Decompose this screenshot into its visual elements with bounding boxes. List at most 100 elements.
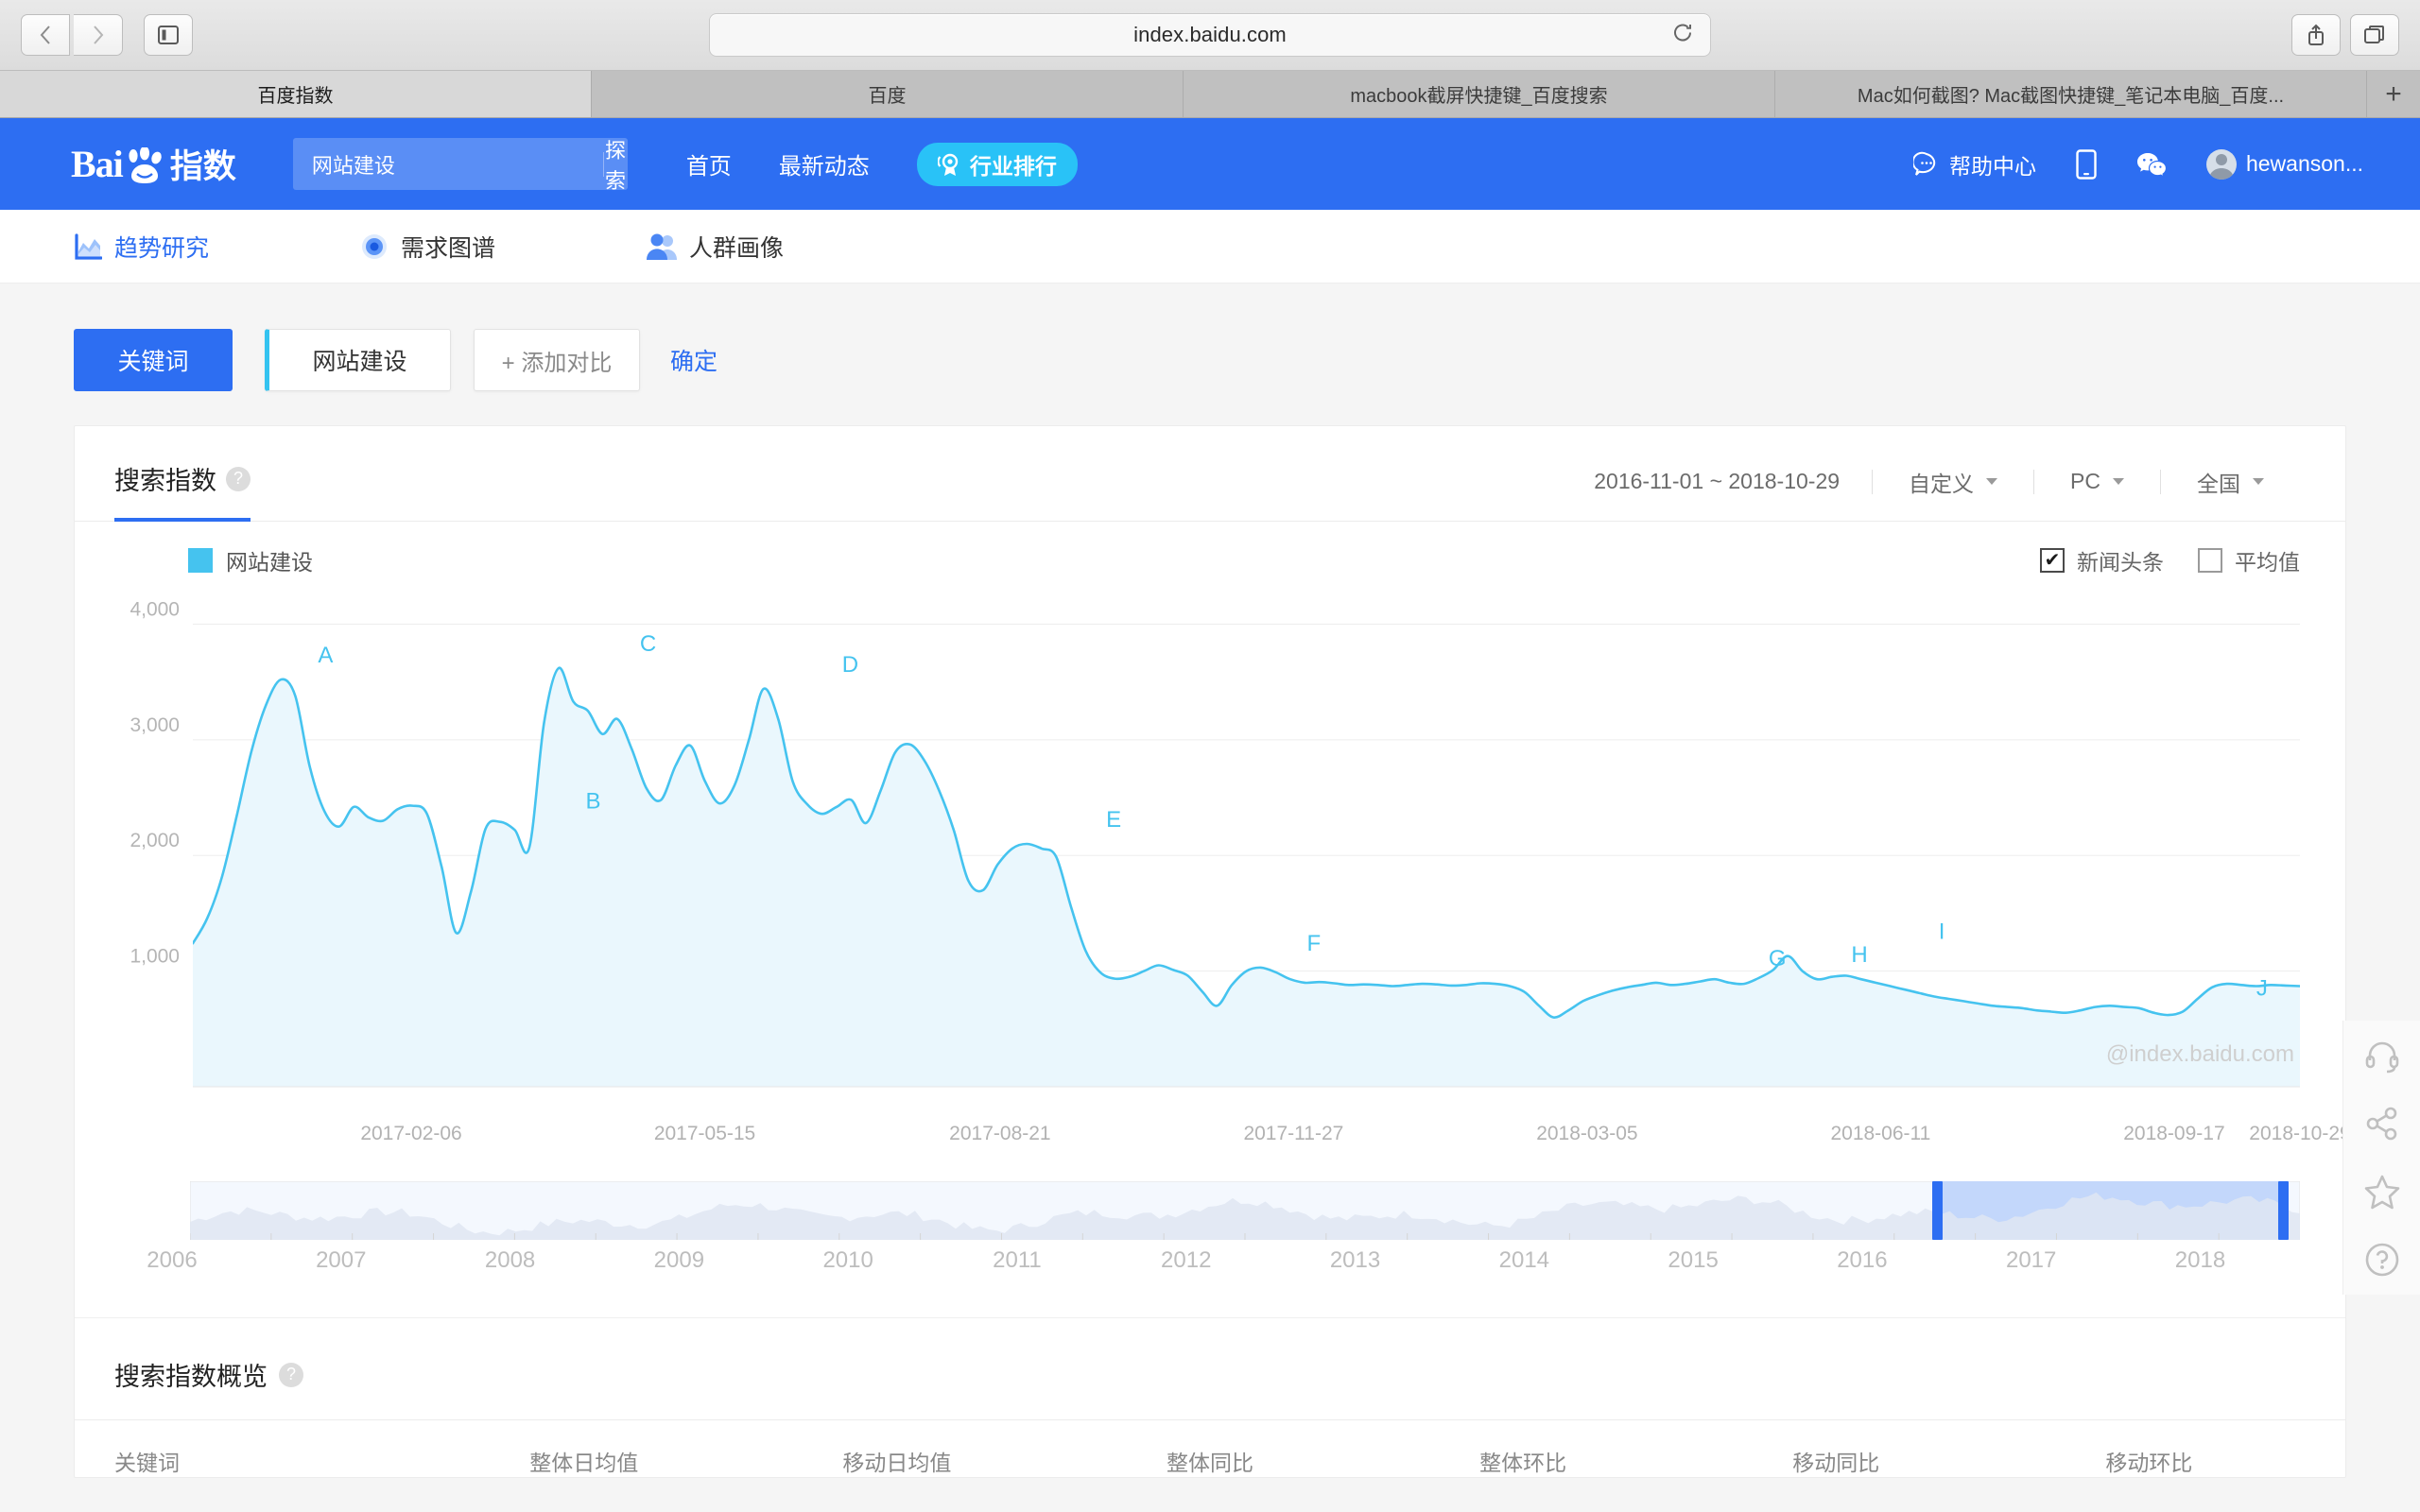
logo-text: Bai	[71, 142, 124, 185]
x-axis-tick-label: 2018-09-17	[2123, 1123, 2225, 1144]
floating-action-sidebar	[2342, 1021, 2420, 1295]
chart-x-axis: 2017-02-06 2017-05-15 2017-08-21 2017-11-27…	[193, 1123, 2350, 1160]
brush-year-label: 2017	[2005, 1247, 2057, 1273]
brush-handle-left[interactable]	[1932, 1181, 1944, 1240]
overview-header: 搜索指数概览 ?	[75, 1317, 2345, 1419]
dropdown-region-label: 全国	[2197, 471, 2240, 496]
svg-text:H: H	[1851, 942, 1867, 968]
mobile-phone-icon	[2076, 148, 2097, 180]
mobile-app-button[interactable]	[2076, 148, 2097, 180]
brush-year-label: 2014	[1498, 1247, 1550, 1273]
brush-year-label: 2007	[316, 1247, 367, 1273]
new-tab-button[interactable]: +	[2367, 71, 2420, 117]
nav-item-latest[interactable]: 最新动态	[779, 147, 870, 180]
question-mark-icon[interactable]: ?	[279, 1362, 303, 1387]
brush-mini-chart	[190, 1181, 2300, 1240]
share-button[interactable]	[2291, 14, 2341, 56]
chat-help-icon	[1912, 151, 1936, 176]
browser-tab[interactable]: Mac如何截图? Mac截图快捷键_笔记本电脑_百度...	[1775, 71, 2367, 117]
overview-column-header: 移动环比	[2105, 1451, 2193, 1475]
header-right-actions: 帮助中心 hewanson...	[1912, 148, 2363, 180]
nav-item-home[interactable]: 首页	[686, 147, 732, 180]
toolbar-right-buttons	[2291, 14, 2399, 56]
headset-icon[interactable]	[2364, 1038, 2400, 1074]
svg-text:2,000: 2,000	[130, 830, 180, 851]
search-input[interactable]	[292, 151, 603, 177]
dropdown-date-preset[interactable]: 自定义	[1873, 466, 2033, 498]
sidebar-toggle-button[interactable]	[144, 14, 193, 56]
url-text: index.baidu.com	[1133, 23, 1287, 46]
add-comparison-button[interactable]: + 添加对比	[474, 329, 640, 391]
card-header: 搜索指数 ? 2016-11-01 ~ 2018-10-29 自定义 PC 全国	[75, 426, 2345, 522]
browser-tab[interactable]: 百度指数	[0, 71, 592, 117]
chart-watermark: @index.baidu.com	[2105, 1041, 2294, 1067]
x-axis-tick-label: 2018-03-05	[1536, 1123, 1638, 1144]
keyword-chip[interactable]: 网站建设	[265, 329, 451, 391]
checkbox-news-headline[interactable]: ✔ 新闻头条	[2040, 544, 2164, 576]
chart-labels-overlay: 4,000 3,000 2,000 1,000 A B C D E F G H I J	[130, 599, 2267, 1002]
card-title-text: 搜索指数	[114, 467, 216, 495]
tab-overview-button[interactable]	[2350, 14, 2399, 56]
dropdown-device-label: PC	[2070, 469, 2100, 493]
brush-year-label: 2015	[1668, 1247, 1719, 1273]
brush-handle-right[interactable]	[2278, 1181, 2290, 1240]
dropdown-device[interactable]: PC	[2034, 469, 2160, 494]
chevron-down-icon	[2253, 478, 2264, 485]
time-range-brush[interactable]	[190, 1181, 2300, 1240]
brush-year-label: 2018	[2174, 1247, 2226, 1273]
help-center-link[interactable]: 帮助中心	[1912, 148, 2036, 180]
navigation-buttons	[21, 14, 123, 56]
question-mark-icon[interactable]: ?	[226, 466, 251, 491]
browser-tab[interactable]: macbook截屏快捷键_百度搜索	[1184, 71, 1775, 117]
card-title: 搜索指数 ?	[114, 460, 251, 522]
browser-toolbar: index.baidu.com	[0, 0, 2420, 71]
brush-year-labels: 2006 2007 2008 2009 2010 2011 2012 2013 2014 2015…	[122, 1247, 2300, 1291]
svg-text:B: B	[585, 788, 600, 814]
overview-column-headers: 关键词 整体日均值 移动日均值 整体同比 整体环比 移动同比 移动环比	[75, 1420, 2345, 1477]
svg-text:A: A	[318, 643, 333, 668]
svg-text:3,000: 3,000	[130, 714, 180, 736]
keyword-type-button[interactable]: 关键词	[74, 329, 233, 391]
subnav-item-crowd[interactable]: 人群画像	[647, 230, 784, 264]
nav-item-industry-rank[interactable]: 行业排行	[916, 142, 1078, 186]
confirm-button[interactable]: 确定	[670, 343, 717, 377]
browser-tab[interactable]: 百度	[592, 71, 1184, 117]
user-account[interactable]: hewanson...	[2205, 148, 2363, 180]
user-name: hewanson...	[2245, 151, 2363, 176]
wechat-icon	[2136, 152, 2167, 178]
forward-button[interactable]	[74, 14, 123, 56]
chevron-down-icon	[1986, 478, 1998, 485]
back-button[interactable]	[21, 14, 70, 56]
subnav-item-trend-label: 趋势研究	[114, 234, 210, 262]
subnav-item-trend[interactable]: 趋势研究	[74, 230, 209, 264]
dropdown-date-preset-label: 自定义	[1909, 471, 1975, 496]
brush-year-label: 2006	[147, 1247, 198, 1273]
user-avatar-icon	[2205, 148, 2237, 180]
x-axis-tick-label: 2017-11-27	[1243, 1123, 1344, 1144]
wechat-button[interactable]	[2136, 151, 2167, 178]
address-bar[interactable]: index.baidu.com	[709, 13, 1711, 57]
subnav-item-demand[interactable]: 需求图谱	[360, 230, 495, 264]
reload-button[interactable]	[1672, 23, 1693, 48]
x-axis-tick-label: 2017-05-15	[653, 1123, 756, 1144]
checkbox-average[interactable]: 平均值	[2198, 544, 2300, 576]
star-icon[interactable]	[2364, 1174, 2400, 1210]
help-center-label: 帮助中心	[1948, 153, 2036, 179]
chart-plot-area[interactable]: 4,000 3,000 2,000 1,000 A B C D E F G H I J @index.ba…	[130, 593, 2300, 1123]
question-circle-icon[interactable]	[2364, 1242, 2400, 1278]
baidu-index-logo[interactable]: Bai 指数	[71, 142, 236, 185]
search-submit-button[interactable]: 探索	[603, 134, 628, 195]
share-nodes-icon[interactable]	[2364, 1106, 2400, 1142]
checkbox-average-label: 平均值	[2235, 550, 2300, 575]
dropdown-region[interactable]: 全国	[2161, 466, 2300, 498]
checkbox-box: ✔	[2040, 548, 2065, 573]
tab-overview-icon	[2364, 26, 2384, 43]
svg-text:E: E	[1106, 807, 1121, 833]
svg-text:F: F	[1306, 931, 1321, 956]
svg-text:1,000: 1,000	[130, 946, 180, 968]
people-icon	[647, 233, 678, 260]
date-range-display[interactable]: 2016-11-01 ~ 2018-10-29	[1594, 469, 1840, 494]
svg-text:C: C	[640, 631, 656, 657]
legend-item[interactable]: 网站建设	[188, 544, 313, 576]
svg-text:G: G	[1769, 946, 1787, 971]
